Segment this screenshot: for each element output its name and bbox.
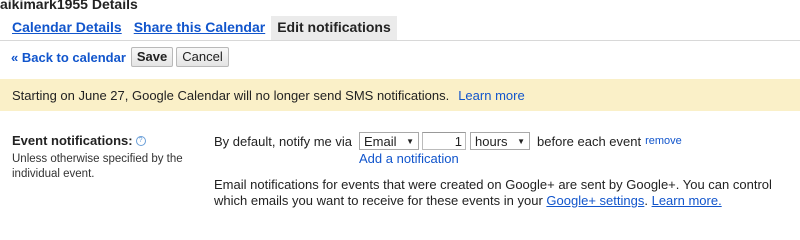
help-icon[interactable]: ? <box>135 135 146 146</box>
event-notifications-label-group: Event notifications: ? Unless otherwise … <box>12 133 212 182</box>
banner-learn-more-link[interactable]: Learn more <box>458 88 524 103</box>
notification-row: By default, notify me via Email ▼ hours … <box>214 131 682 151</box>
tab-share-calendar[interactable]: Share this Calendar <box>128 16 272 40</box>
remove-notification-link[interactable]: remove <box>645 135 682 147</box>
back-to-calendar-link[interactable]: « Back to calendar <box>11 50 126 65</box>
notify-prefix-text: By default, notify me via <box>214 133 353 149</box>
notification-amount-input[interactable] <box>422 132 467 150</box>
notify-suffix-text: before each event <box>537 133 642 149</box>
toolbar: « Back to calendar Save Cancel <box>11 46 232 68</box>
tab-divider <box>0 40 800 41</box>
dropdown-arrow-icon: ▼ <box>406 136 415 146</box>
save-button[interactable]: Save <box>130 47 174 67</box>
notification-unit-select[interactable]: hours ▼ <box>470 132 531 150</box>
dropdown-arrow-icon: ▼ <box>517 136 526 146</box>
event-notifications-heading: Event notifications: <box>12 133 133 148</box>
event-notifications-label: Event notifications: ? <box>12 133 212 148</box>
notification-method-value: Email <box>364 133 397 149</box>
cancel-button[interactable]: Cancel <box>176 47 229 67</box>
tab-edit-notifications[interactable]: Edit notifications <box>271 16 397 40</box>
google-plus-note: Email notifications for events that were… <box>214 177 800 209</box>
banner-text: Starting on June 27, Google Calendar wil… <box>12 87 450 103</box>
note-separator: . <box>644 193 648 208</box>
tab-bar: Calendar Details Share this Calendar Edi… <box>6 16 397 40</box>
google-plus-learn-more-link[interactable]: Learn more. <box>652 193 722 208</box>
page-title: aikimark1955 Details <box>0 0 138 12</box>
tab-calendar-details[interactable]: Calendar Details <box>6 16 128 40</box>
notification-method-select[interactable]: Email ▼ <box>359 132 420 150</box>
sms-notice-banner: Starting on June 27, Google Calendar wil… <box>0 79 800 111</box>
event-notifications-description: Unless otherwise specified by the indivi… <box>12 153 183 180</box>
notification-unit-value: hours <box>475 133 508 149</box>
add-notification-link[interactable]: Add a notification <box>359 151 459 166</box>
google-plus-settings-link[interactable]: Google+ settings <box>546 193 644 208</box>
